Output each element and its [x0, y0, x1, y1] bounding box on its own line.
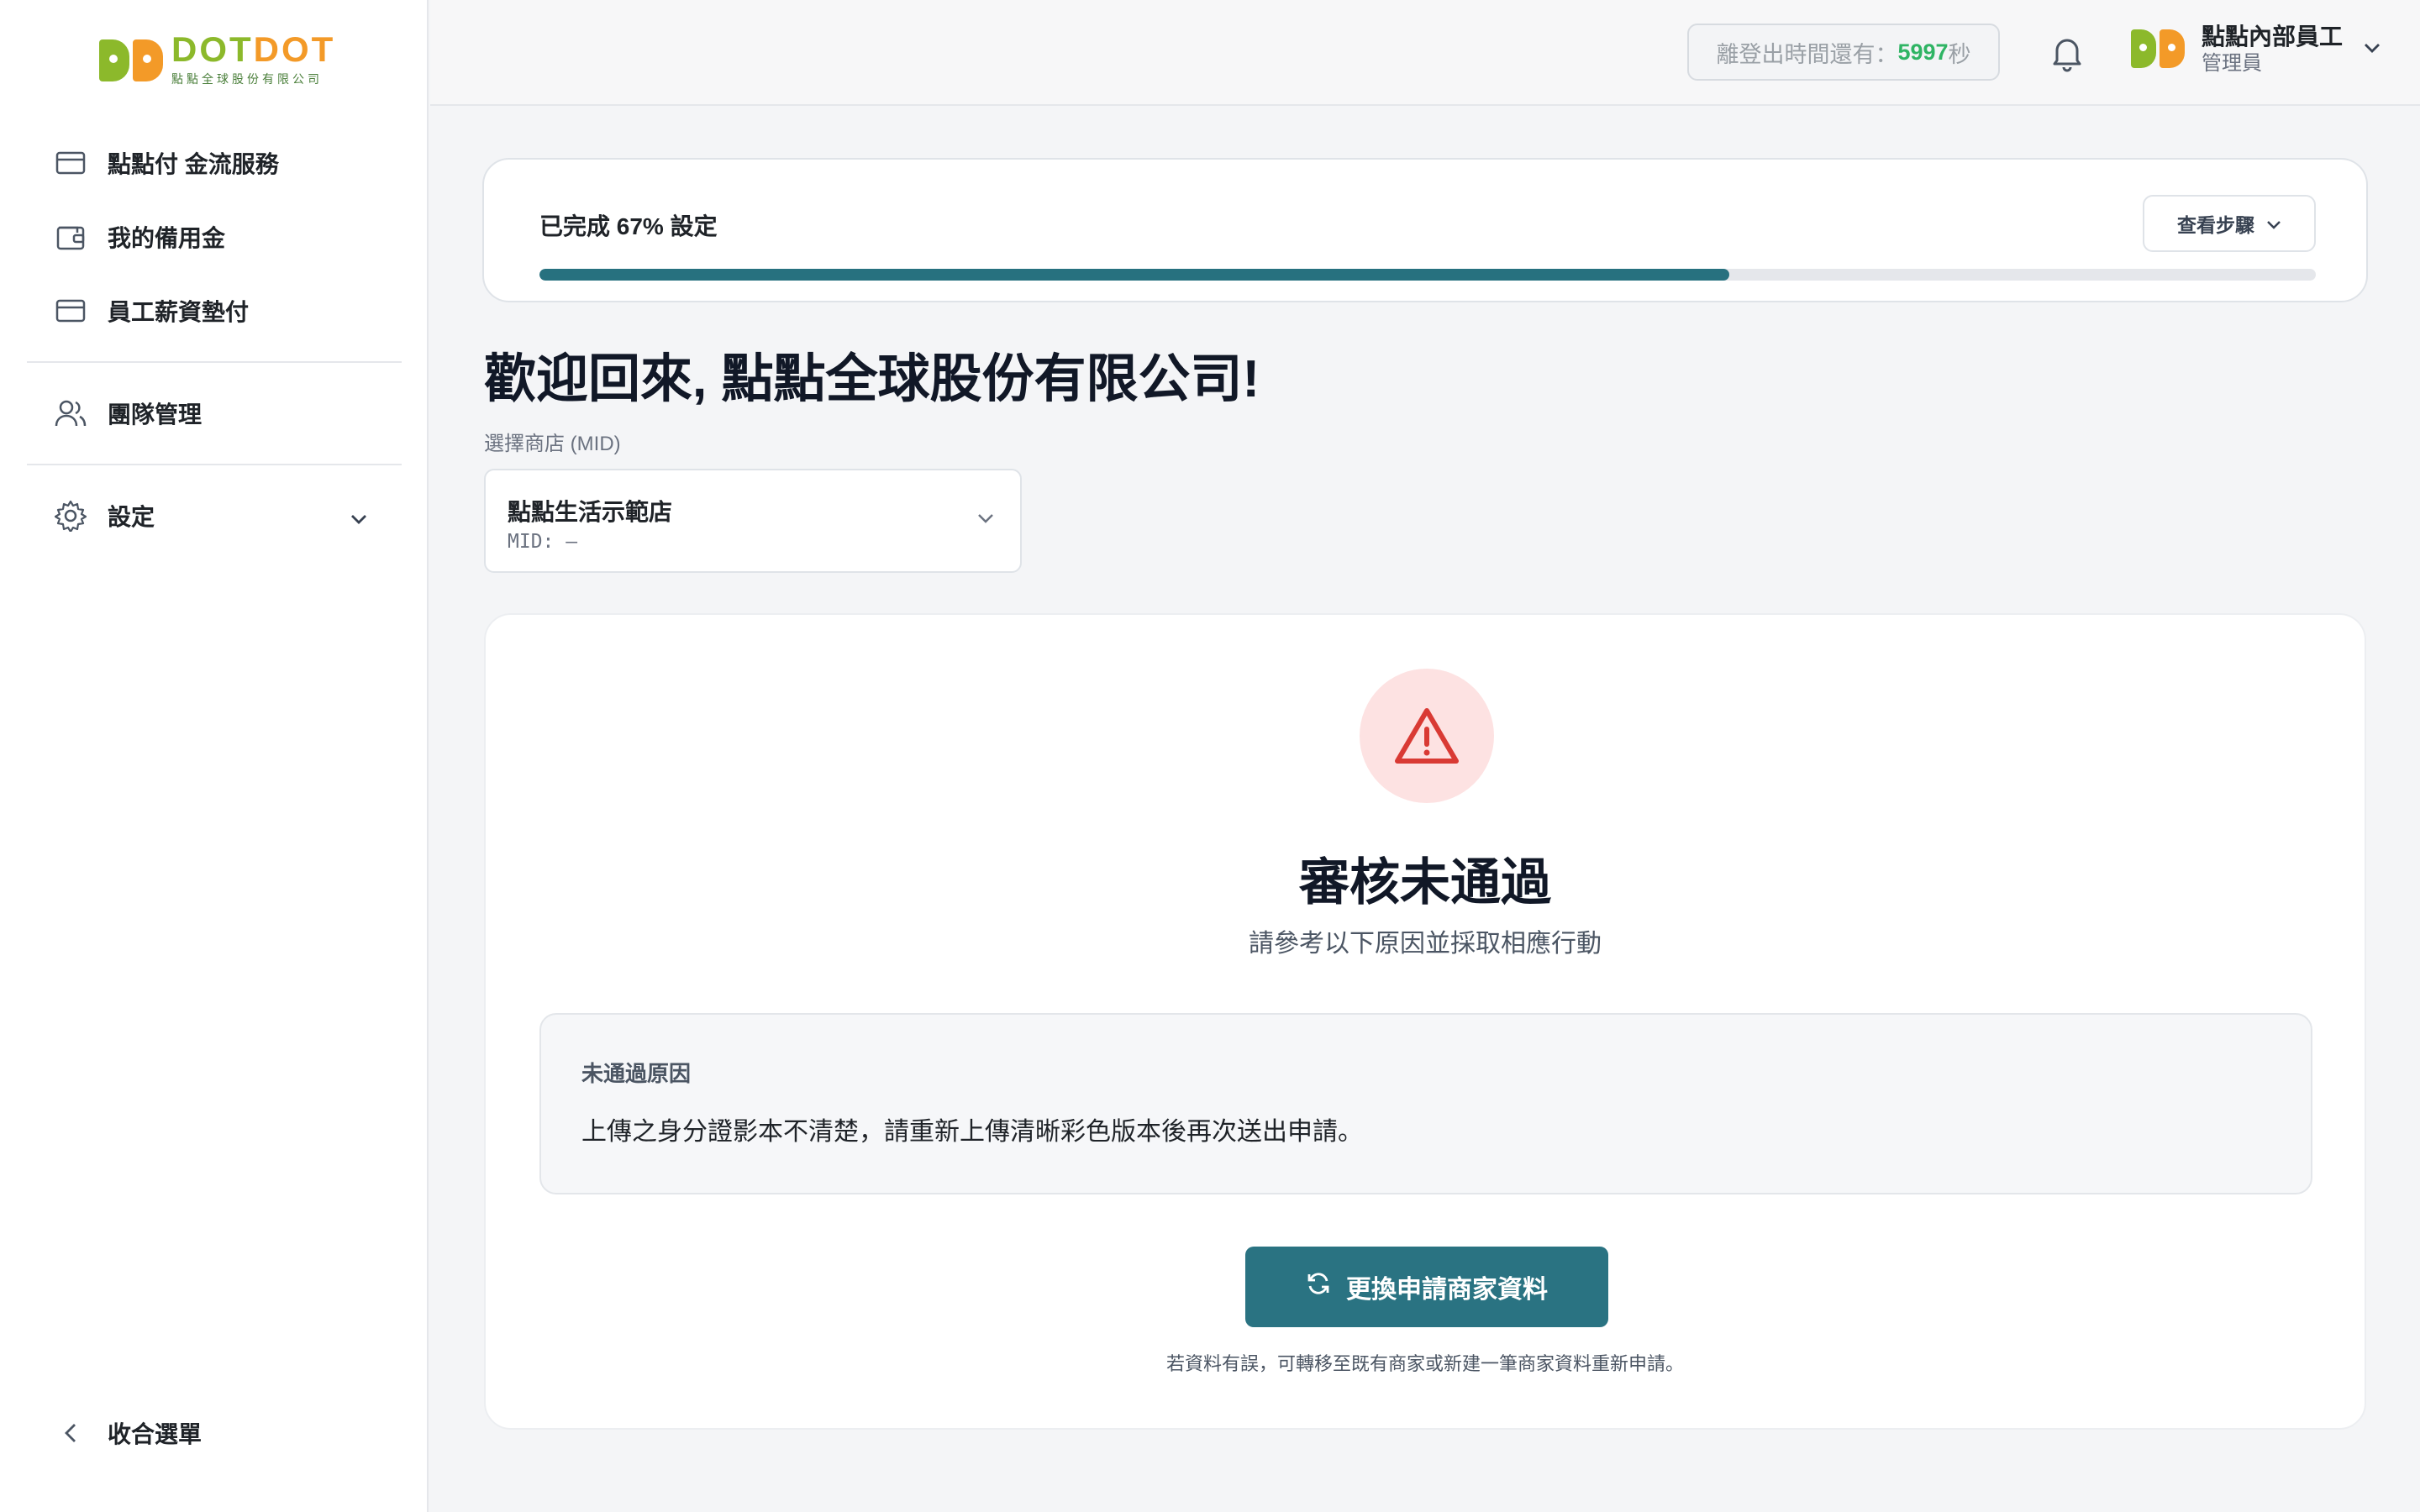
- refresh-icon: [1306, 1271, 1331, 1303]
- user-name: 點點內部員工: [2202, 24, 2344, 50]
- warning-icon: [1360, 669, 1494, 803]
- reason-title: 未通過原因: [581, 1061, 692, 1086]
- user-menu[interactable]: 點點內部員工 管理員: [2131, 24, 2381, 76]
- bell-icon[interactable]: [2047, 32, 2087, 72]
- sidebar-item-reserve-fund[interactable]: 我的備用金: [27, 200, 402, 274]
- setup-progress-card: 已完成 67% 設定 查看步驟: [482, 158, 2368, 302]
- sidebar-item-label: 員工薪資墊付: [108, 299, 250, 325]
- wallet-icon: [54, 220, 87, 254]
- sidebar-item-payment-service[interactable]: 點點付 金流服務: [27, 126, 402, 200]
- credit-card-icon: [54, 146, 87, 180]
- chevron-down-icon: [2266, 213, 2281, 235]
- transfer-hint: 若資料有誤，可轉移至既有商家或新建一筆商家資料重新申請。: [1165, 1353, 1684, 1374]
- review-title: 審核未通過: [1299, 854, 1551, 911]
- progress-bar: [539, 269, 2316, 281]
- sidebar: DOTDOT 點點全球股份有限公司 點點付 金流服務 我的備用金 員工薪資墊付: [0, 0, 429, 1512]
- collapse-menu-label: 收合選單: [108, 1421, 203, 1447]
- users-icon: [54, 396, 87, 430]
- change-merchant-data-button[interactable]: 更換申請商家資料: [1245, 1247, 1608, 1327]
- selected-store-mid: MID: –: [508, 531, 578, 553]
- sidebar-item-team[interactable]: 團隊管理: [27, 376, 402, 450]
- review-status-card: 審核未通過 請參考以下原因並採取相應行動 未通過原因 上傳之身分證影本不清楚，請…: [484, 613, 2366, 1430]
- avatar: [2131, 29, 2185, 71]
- sidebar-item-label: 點點付 金流服務: [108, 151, 279, 177]
- brand-logo[interactable]: DOTDOT 點點全球股份有限公司: [99, 32, 335, 87]
- sidebar-item-label: 團隊管理: [108, 402, 203, 428]
- sidebar-item-label: 我的備用金: [108, 225, 226, 251]
- logout-timer: 離登出時間還有： 5997 秒: [1687, 24, 2000, 81]
- progress-label: 已完成 67% 設定: [539, 213, 718, 239]
- review-subtitle: 請參考以下原因並採取相應行動: [1249, 930, 1602, 958]
- timer-value: 5997: [1897, 39, 1949, 65]
- selected-store-name: 點點生活示範店: [508, 499, 673, 525]
- chevron-down-icon: [976, 512, 995, 528]
- rejection-reason-box: 未通過原因 上傳之身分證影本不清楚，請重新上傳清晰彩色版本後再次送出申請。: [539, 1013, 2312, 1194]
- brand-name: DOTDOT: [171, 29, 336, 69]
- store-select-label: 選擇商店 (MID): [484, 433, 621, 455]
- chevron-down-icon: [350, 504, 368, 531]
- credit-card-icon: [54, 294, 87, 328]
- sidebar-item-salary-advance[interactable]: 員工薪資墊付: [27, 274, 402, 348]
- chevron-down-icon: [2363, 42, 2381, 58]
- sidebar-divider: [27, 464, 402, 465]
- page-title: 歡迎回來, 點點全球股份有限公司!: [484, 350, 1260, 408]
- gear-icon: [54, 499, 87, 533]
- sidebar-divider: [27, 361, 402, 363]
- reason-text: 上傳之身分證影本不清楚，請重新上傳清晰彩色版本後再次送出申請。: [581, 1118, 1363, 1146]
- brand-subtitle: 點點全球股份有限公司: [171, 72, 323, 86]
- user-role: 管理員: [2202, 52, 2262, 76]
- dotdot-logo-icon: [99, 34, 163, 85]
- top-bar: 離登出時間還有： 5997 秒 點點內部員工 管理員: [430, 0, 2420, 106]
- sidebar-item-label: 設定: [108, 504, 155, 530]
- progress-bar-fill: [539, 269, 1730, 281]
- store-select[interactable]: 點點生活示範店 MID: –: [484, 469, 1022, 573]
- chevron-left-icon: [54, 1416, 87, 1450]
- collapse-menu-button[interactable]: 收合選單: [54, 1416, 202, 1450]
- sidebar-item-settings[interactable]: 設定: [27, 479, 402, 553]
- view-steps-button[interactable]: 查看步驟: [2143, 195, 2316, 252]
- sidebar-nav: 點點付 金流服務 我的備用金 員工薪資墊付 團隊管理 設定: [27, 126, 402, 553]
